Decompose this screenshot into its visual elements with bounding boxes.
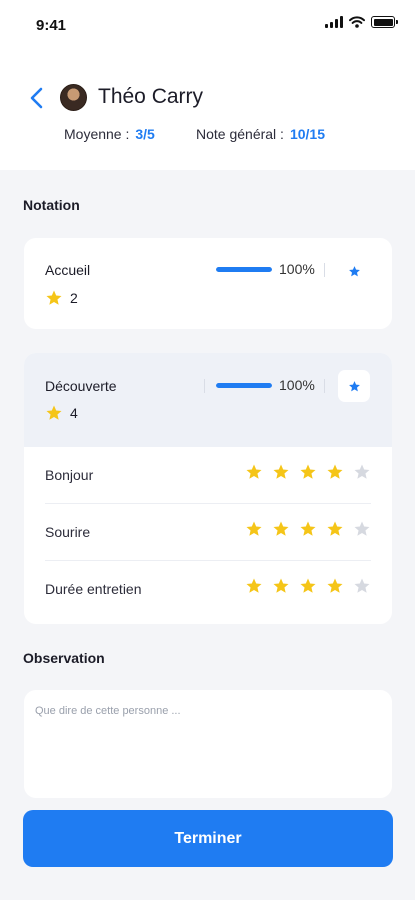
avatar [60, 84, 87, 111]
star-toggle-button[interactable] [338, 370, 370, 402]
notation-title: Notation [23, 197, 80, 213]
star-icon [348, 265, 360, 276]
finish-button[interactable]: Terminer [23, 810, 393, 867]
criterion-label: Sourire [45, 524, 91, 540]
signal-icon [325, 16, 343, 28]
star-icon [46, 405, 62, 420]
star-rating[interactable] [245, 577, 371, 595]
category-card-decouverte[interactable]: Découverte 4 100% Bonjour Sourire Durée … [24, 353, 392, 624]
category-label: Découverte [45, 378, 117, 394]
divider [204, 379, 205, 393]
star-filled-icon[interactable] [326, 577, 344, 595]
observation-card [24, 690, 392, 798]
observation-input[interactable] [24, 690, 392, 798]
average-label: Moyenne : [64, 126, 130, 142]
star-empty-icon[interactable] [353, 520, 371, 538]
observation-title: Observation [23, 650, 105, 666]
star-rating[interactable] [245, 520, 371, 538]
category-score-value: 2 [70, 290, 78, 306]
header: 9:41 Théo Carry Moyenne : 3/5 Note généra… [0, 0, 415, 170]
status-icons [325, 16, 398, 28]
criterion-label: Durée entretien [45, 581, 142, 597]
overall-value: 10/15 [289, 126, 325, 142]
category-score: 2 [45, 289, 78, 307]
status-time: 9:41 [36, 17, 67, 34]
star-filled-icon[interactable] [272, 577, 290, 595]
category-progress: 100% [216, 261, 315, 277]
category-progress: 100% [216, 377, 315, 393]
divider [324, 263, 325, 277]
battery-icon [371, 16, 398, 28]
progress-bar [216, 266, 272, 272]
overall-label: Note général : [196, 126, 284, 142]
star-filled-icon[interactable] [299, 463, 317, 481]
star-empty-icon[interactable] [353, 463, 371, 481]
overall-stat: Note général : 10/15 [196, 126, 325, 142]
star-filled-icon[interactable] [299, 577, 317, 595]
criterion-label: Bonjour [45, 467, 94, 483]
star-filled-icon[interactable] [326, 520, 344, 538]
category-score: 4 [45, 404, 78, 422]
divider [324, 379, 325, 393]
average-value: 3/5 [135, 126, 155, 142]
category-card-accueil[interactable]: Accueil 2 100% [24, 238, 392, 329]
criterion-row: Durée entretien [45, 561, 371, 618]
category-header [24, 353, 392, 447]
star-filled-icon[interactable] [272, 463, 290, 481]
criterion-row: Bonjour [45, 447, 371, 504]
average-stat: Moyenne : 3/5 [64, 126, 155, 142]
star-empty-icon[interactable] [353, 577, 371, 595]
progress-bar [216, 382, 272, 388]
star-icon [46, 290, 62, 305]
progress-fill [216, 382, 272, 388]
wifi-icon [349, 16, 365, 28]
star-filled-icon[interactable] [272, 520, 290, 538]
profile-name: Théo Carry [98, 85, 204, 108]
category-score-value: 4 [70, 405, 78, 421]
star-filled-icon[interactable] [245, 463, 263, 481]
star-toggle-button[interactable] [338, 255, 370, 287]
star-filled-icon[interactable] [299, 520, 317, 538]
progress-fill [216, 266, 272, 272]
progress-text: 100% [279, 377, 315, 393]
star-rating[interactable] [245, 463, 371, 481]
star-filled-icon[interactable] [245, 520, 263, 538]
star-filled-icon[interactable] [245, 577, 263, 595]
criterion-row: Sourire [45, 504, 371, 561]
star-filled-icon[interactable] [326, 463, 344, 481]
back-arrow-icon[interactable] [26, 84, 48, 112]
progress-text: 100% [279, 261, 315, 277]
star-icon [348, 380, 360, 391]
category-label: Accueil [45, 262, 91, 278]
